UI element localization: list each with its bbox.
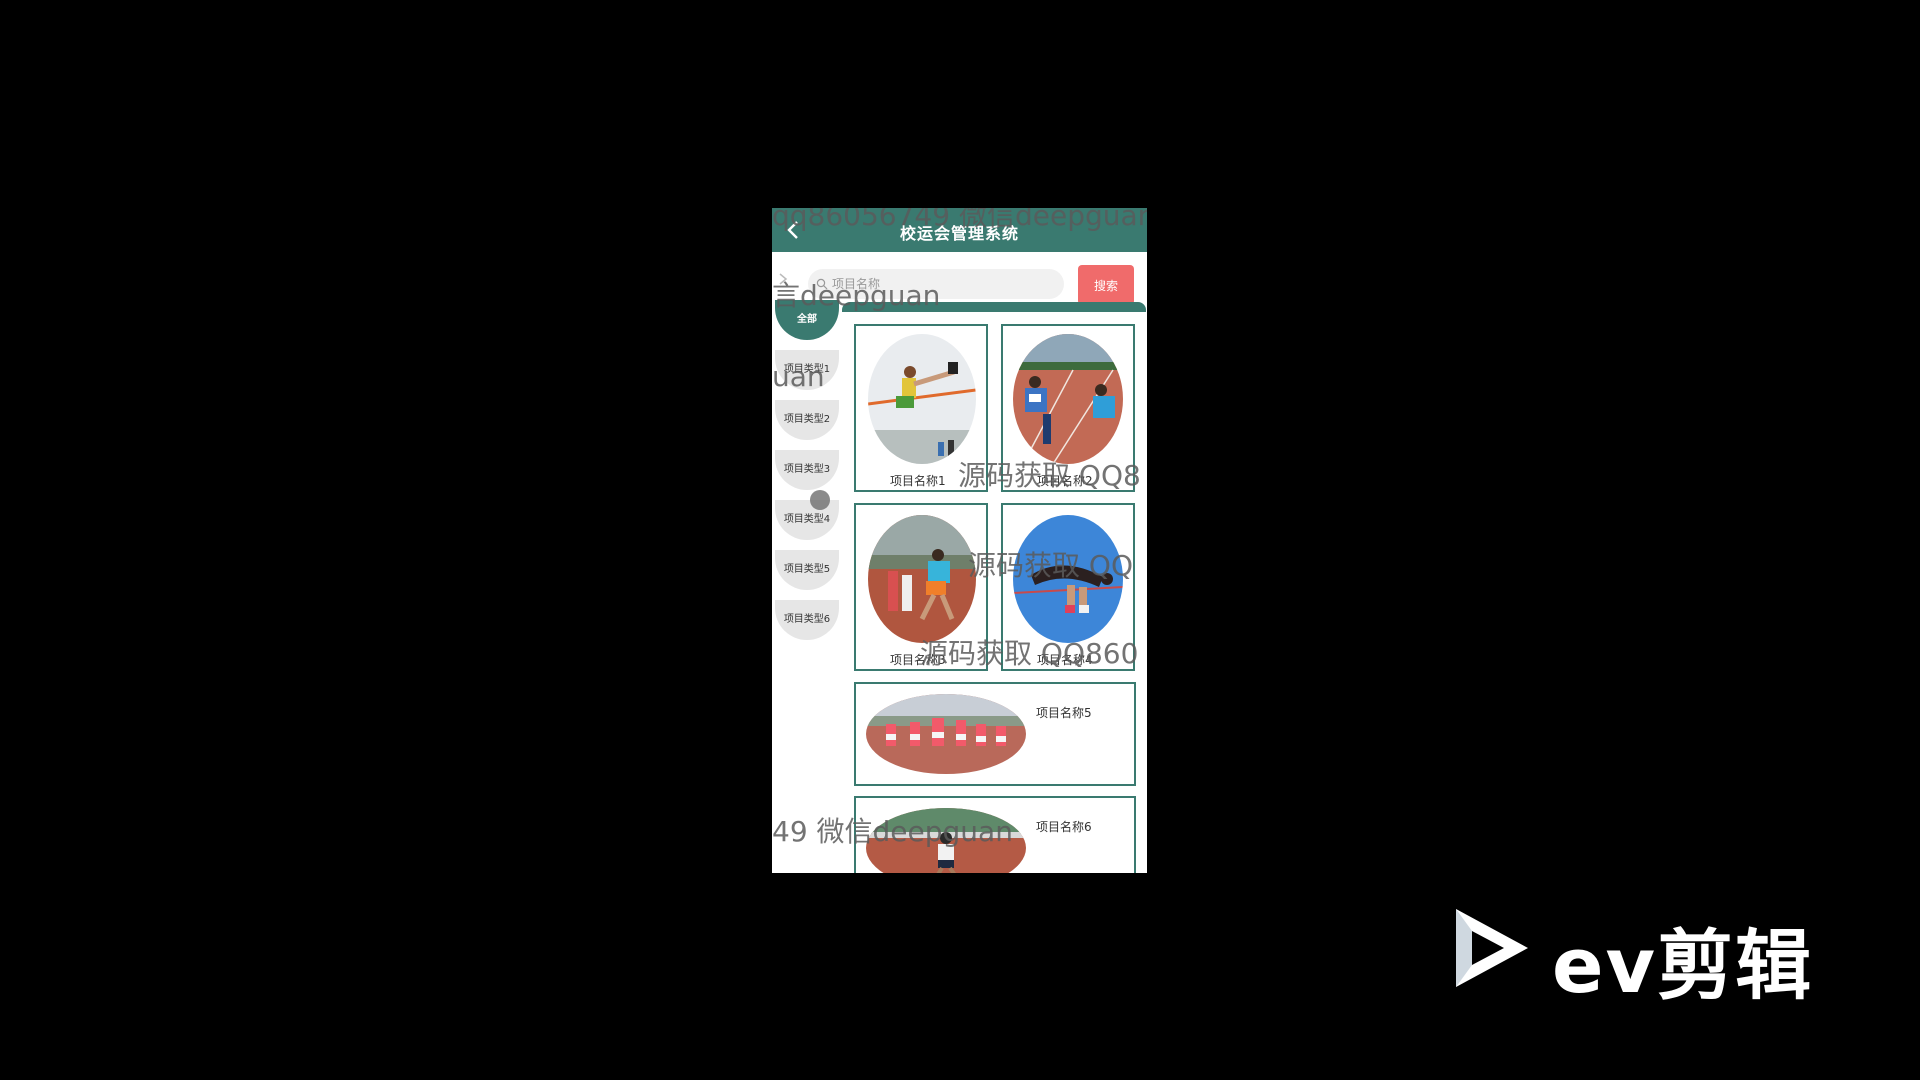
item-photo-sprint (866, 808, 1026, 873)
play-triangle-icon (1456, 909, 1528, 987)
item-card[interactable]: 项目名称2 (1001, 324, 1135, 492)
item-title: 项目名称2 (1037, 474, 1093, 488)
search-input[interactable] (832, 269, 1052, 299)
item-photo-track-start (1013, 334, 1123, 464)
item-photo-high-jump (868, 334, 976, 464)
chevron-right-icon (779, 273, 788, 285)
category-item-5[interactable]: 项目类型5 (775, 550, 839, 590)
touch-cursor (810, 490, 830, 510)
search-bar: 搜索 (772, 256, 1147, 305)
item-card[interactable]: 项目名称4 (1001, 503, 1135, 671)
item-title: 项目名称6 (1036, 820, 1092, 834)
item-card[interactable]: 项目名称3 (854, 503, 988, 671)
category-item-3[interactable]: 项目类型3 (775, 450, 839, 490)
page-title: 校运会管理系统 (899, 224, 1019, 243)
category-item-2[interactable]: 项目类型2 (775, 400, 839, 440)
item-title: 项目名称1 (890, 474, 946, 488)
player-brand-label: ev剪辑 (1552, 921, 1814, 1010)
item-card[interactable]: 项目名称5 (854, 682, 1136, 786)
category-item-6[interactable]: 项目类型6 (775, 600, 839, 640)
phone-screen: 校运会管理系统 搜索 全部 项目类型1 项目类型2 项目类型3 项目类型4 项目… (772, 208, 1147, 873)
item-title: 项目名称4 (1037, 653, 1093, 667)
search-box (808, 269, 1064, 299)
item-photo-relay (868, 515, 976, 643)
item-photo-cheer-team (866, 694, 1026, 774)
category-item-4[interactable]: 项目类型4 (775, 500, 839, 540)
item-photo-high-jump-2 (1013, 515, 1123, 643)
content-header-bar (842, 302, 1146, 312)
search-icon (816, 278, 828, 290)
item-card[interactable]: 项目名称6 (854, 796, 1136, 873)
search-button[interactable]: 搜索 (1078, 265, 1134, 305)
item-title: 项目名称5 (1036, 706, 1092, 720)
app-header: 校运会管理系统 (772, 208, 1147, 252)
item-card[interactable]: 项目名称1 (854, 324, 988, 492)
item-title: 项目名称3 (890, 653, 946, 667)
category-all[interactable]: 全部 (775, 300, 839, 340)
category-item-1[interactable]: 项目类型1 (775, 350, 839, 390)
